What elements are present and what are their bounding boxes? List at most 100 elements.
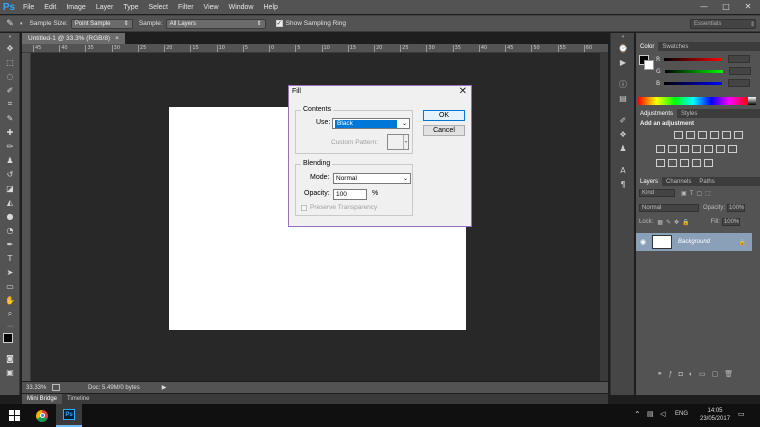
hue-saturation-icon[interactable] <box>655 145 665 153</box>
menu-file[interactable]: File <box>18 4 39 11</box>
network-icon[interactable]: ▤ <box>647 410 654 418</box>
eyedropper-icon[interactable]: ✎ <box>0 111 20 125</box>
mode-select[interactable]: Normal ⌄ <box>333 173 411 184</box>
menu-image[interactable]: Image <box>61 4 90 11</box>
system-clock[interactable]: 14:05 23/05/2017 <box>700 407 730 423</box>
brush-panel-icon[interactable]: ✐ <box>611 113 635 127</box>
paragraph-panel-icon[interactable]: ¶ <box>611 177 635 191</box>
preserve-transparency-checkbox[interactable] <box>301 205 307 211</box>
clone-stamp-icon[interactable]: ♟ <box>0 153 20 167</box>
hand-tool-icon[interactable]: ✋ <box>0 293 20 307</box>
red-slider[interactable]: R <box>656 55 751 63</box>
layer-name[interactable]: Background <box>678 239 710 245</box>
tab-adjustments[interactable]: Adjustments <box>636 109 678 118</box>
blue-value-input[interactable] <box>728 79 751 87</box>
properties-panel-icon[interactable]: ⓘ <box>611 77 635 91</box>
blue-slider[interactable]: B <box>656 79 751 87</box>
language-indicator[interactable]: ENG <box>675 411 688 417</box>
use-select[interactable]: Black ⌄ <box>332 118 410 129</box>
notifications-icon[interactable]: ▭ <box>738 410 745 418</box>
red-value-input[interactable] <box>728 55 751 63</box>
dialog-close-icon[interactable]: ✕ <box>459 86 467 97</box>
actions-panel-icon[interactable]: ▶ <box>611 55 635 69</box>
menu-type[interactable]: Type <box>118 4 143 11</box>
maximize-button[interactable]: □ <box>716 0 736 14</box>
character-panel-icon[interactable]: A <box>611 163 635 177</box>
brightness-contrast-icon[interactable] <box>673 131 683 139</box>
menu-layer[interactable]: Layer <box>91 4 119 11</box>
cancel-button[interactable]: Cancel <box>423 125 465 136</box>
layer-blend-mode-select[interactable]: Normal <box>639 204 699 212</box>
delete-layer-icon[interactable]: 🗑 <box>724 370 739 378</box>
brush-tool-icon[interactable]: ✏ <box>0 139 20 153</box>
show-hidden-icons-icon[interactable]: ⌃ <box>634 410 641 419</box>
photoshop-taskbar-button[interactable]: Ps <box>56 404 82 427</box>
ok-button[interactable]: OK <box>423 110 465 121</box>
green-slider-track[interactable] <box>664 69 723 73</box>
tool-preset-chevron-icon[interactable]: ▾ <box>20 21 23 27</box>
red-slider-track[interactable] <box>664 57 723 61</box>
menu-help[interactable]: Help <box>259 4 283 11</box>
new-adjustment-layer-icon[interactable]: ◐ <box>689 371 699 378</box>
tab-color[interactable]: Color <box>636 42 659 51</box>
curves-icon[interactable] <box>697 131 707 139</box>
pattern-dropdown-arrow-icon[interactable]: ▾ <box>403 135 408 149</box>
vibrance-icon[interactable] <box>721 131 731 139</box>
custom-pattern-picker[interactable]: ▾ <box>387 134 409 150</box>
volume-icon[interactable]: ◁ <box>660 410 665 418</box>
color-lookup-icon[interactable] <box>715 145 725 153</box>
new-group-icon[interactable]: ▭ <box>699 370 712 378</box>
eraser-tool-icon[interactable]: ◪ <box>0 181 20 195</box>
history-brush-icon[interactable]: ↺ <box>0 167 20 181</box>
move-tool-icon[interactable]: ✥ <box>0 41 20 55</box>
tab-layers[interactable]: Layers <box>636 177 663 186</box>
layer-mask-icon[interactable]: ◘ <box>679 371 689 378</box>
tab-channels[interactable]: Channels <box>662 177 695 186</box>
eyedropper-tool-icon[interactable]: ✎ <box>0 18 20 29</box>
menu-filter[interactable]: Filter <box>173 4 199 11</box>
menu-window[interactable]: Window <box>224 4 259 11</box>
marquee-tool-icon[interactable]: ⬚ <box>0 55 20 69</box>
pen-tool-icon[interactable]: ✒ <box>0 237 20 251</box>
paint-bucket-icon[interactable]: ◭ <box>0 195 20 209</box>
layer-kind-filter[interactable]: Kind <box>639 189 675 197</box>
zoom-level[interactable]: 33.33% <box>26 385 48 391</box>
workspace-select[interactable]: Essentials ⇕ <box>690 19 756 29</box>
gradient-icon[interactable] <box>691 159 701 167</box>
chrome-taskbar-button[interactable] <box>30 404 54 427</box>
dodge-tool-icon[interactable]: ◔ <box>0 223 20 237</box>
layer-fill-input[interactable]: 100% <box>721 218 740 226</box>
tab-timeline[interactable]: Timeline <box>62 394 94 404</box>
quick-mask-icon[interactable]: ◙ <box>0 351 20 365</box>
collapse-arrows-icon[interactable]: » <box>0 33 20 41</box>
levels-icon[interactable] <box>685 131 695 139</box>
threshold-icon[interactable] <box>667 159 677 167</box>
color-balance-icon[interactable] <box>667 145 677 153</box>
menu-view[interactable]: View <box>199 4 224 11</box>
photo-filter-icon[interactable] <box>691 145 701 153</box>
quick-select-tool-icon[interactable]: ✐ <box>0 83 20 97</box>
status-menu-arrow-icon[interactable]: ▶ <box>162 384 167 391</box>
zoom-tool-icon[interactable]: ⌕ <box>0 307 20 321</box>
screen-mode-icon[interactable]: ▣ <box>0 365 20 379</box>
close-tab-icon[interactable]: × <box>115 35 119 42</box>
selective-color-icon[interactable] <box>679 159 689 167</box>
lasso-tool-icon[interactable]: ◌ <box>0 69 20 83</box>
history-panel-icon[interactable]: ⌚ <box>611 41 635 55</box>
sample-select[interactable]: All Layers ⇕ <box>165 18 266 29</box>
crop-tool-icon[interactable]: ⌗ <box>0 97 20 111</box>
shadows-highlights-icon[interactable] <box>703 159 713 167</box>
path-select-icon[interactable]: ➤ <box>0 265 20 279</box>
black-white-icon[interactable] <box>679 145 689 153</box>
healing-brush-icon[interactable]: ✚ <box>0 125 20 139</box>
document-tab[interactable]: Untitled-1 @ 33.3% (RGB/8) × <box>22 33 125 44</box>
layer-opacity-input[interactable]: 100% <box>727 204 746 212</box>
grayscale-ramp[interactable] <box>748 97 756 105</box>
sampling-ring-checkbox[interactable]: ✓ <box>275 20 283 27</box>
filter-icons[interactable]: ▣T▢⬚ <box>681 190 714 197</box>
menu-select[interactable]: Select <box>144 4 173 11</box>
more-tools-icon[interactable]: ⋯ <box>0 321 20 331</box>
blue-slider-track[interactable] <box>664 81 723 85</box>
opacity-input[interactable]: 100 <box>333 189 367 200</box>
tab-styles[interactable]: Styles <box>677 109 701 118</box>
